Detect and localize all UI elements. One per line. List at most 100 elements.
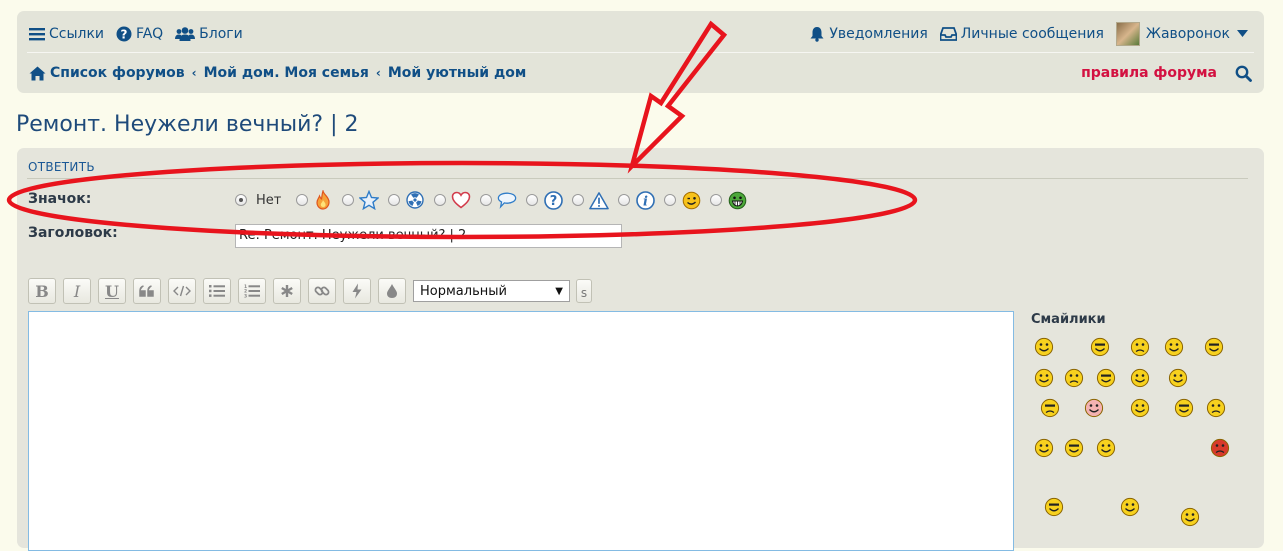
list-ul-icon xyxy=(209,285,225,297)
icon-option-warning[interactable] xyxy=(572,190,610,210)
radio-button[interactable] xyxy=(235,194,247,206)
radioactive-icon xyxy=(405,190,425,210)
smiley-icon[interactable] xyxy=(1084,398,1104,418)
blogs-link[interactable]: Блоги xyxy=(175,26,243,42)
font-size-value: Нормальный xyxy=(420,283,507,299)
numbered-list-button[interactable]: 123 xyxy=(238,278,266,304)
radio-button[interactable] xyxy=(434,194,447,206)
radio-button[interactable] xyxy=(572,194,585,206)
smiley-icon[interactable] xyxy=(1096,438,1116,458)
smiley-icon[interactable] xyxy=(1090,337,1110,357)
radio-button[interactable] xyxy=(710,194,723,206)
smilies-heading: Смайлики xyxy=(1031,312,1106,327)
smiley-icon[interactable] xyxy=(1064,438,1084,458)
chevron-left-icon: ‹ xyxy=(375,66,381,80)
radio-button[interactable] xyxy=(664,194,677,206)
quote-button[interactable] xyxy=(133,278,161,304)
editor-toolbar: B I U 123 Нормальный ▼ s xyxy=(28,278,592,304)
smiley-icon[interactable] xyxy=(1040,398,1060,418)
bullet-list-button[interactable] xyxy=(203,278,231,304)
radio-button[interactable] xyxy=(388,194,401,206)
smiley-icon[interactable] xyxy=(1130,337,1150,357)
star-icon xyxy=(359,190,380,210)
page-title[interactable]: Ремонт. Неужели вечный? | 2 xyxy=(16,112,358,137)
inbox-icon xyxy=(939,27,957,41)
subject-input[interactable]: Re: Ремонт. Неужели вечный? | 2 xyxy=(235,224,622,248)
quote-icon xyxy=(139,285,154,297)
radio-button[interactable] xyxy=(342,194,355,206)
smiley-icon[interactable] xyxy=(1206,398,1226,418)
hamburger-icon xyxy=(29,27,45,41)
smiley-icon[interactable] xyxy=(1034,368,1054,388)
asterisk-icon xyxy=(281,285,293,297)
smiley-icon[interactable] xyxy=(1130,398,1150,418)
smiley-icon[interactable] xyxy=(1164,337,1184,357)
home-icon xyxy=(29,66,46,81)
icon-option-star[interactable] xyxy=(342,190,380,210)
breadcrumb-cozy-home[interactable]: Мой уютный дом xyxy=(388,65,526,81)
smiley-icon[interactable] xyxy=(1168,368,1188,388)
links-menu[interactable]: Ссылки xyxy=(29,26,104,42)
icon-option-none[interactable]: Нет xyxy=(235,193,287,208)
smiley-icon[interactable] xyxy=(1180,507,1200,527)
radio-button[interactable] xyxy=(526,194,539,206)
list-item-button[interactable] xyxy=(273,278,301,304)
icon-option-grin-smiley[interactable] xyxy=(710,190,747,210)
icon-option-speech-bubble[interactable] xyxy=(480,190,517,210)
smiley-icon[interactable] xyxy=(1034,438,1054,458)
icon-option-question[interactable]: ? xyxy=(526,190,563,210)
icon-option-fire[interactable] xyxy=(296,190,333,210)
speech-bubble-icon xyxy=(497,190,517,210)
icon-option-radioactive[interactable] xyxy=(388,190,425,210)
search-icon[interactable] xyxy=(1235,65,1252,82)
reply-panel: ОТВЕТИТЬ Значок: Нет ? i Заголовок: Re: … xyxy=(17,148,1264,551)
faq-link[interactable]: ? FAQ xyxy=(116,26,163,42)
bold-button[interactable]: B xyxy=(28,278,56,304)
icon-option-info[interactable]: i xyxy=(618,190,655,210)
heart-icon xyxy=(451,190,471,210)
smiley-icon[interactable] xyxy=(1064,368,1084,388)
blogs-label: Блоги xyxy=(199,26,243,42)
private-messages-link[interactable]: Личные сообщения xyxy=(939,26,1104,42)
reply-heading: ОТВЕТИТЬ xyxy=(28,160,95,174)
smiley-icon[interactable] xyxy=(1210,438,1230,458)
user-menu[interactable]: Жаворонок xyxy=(1115,22,1252,46)
breadcrumb: Список форумов ‹ Мой дом. Моя семья ‹ Мо… xyxy=(29,62,1252,84)
smiley-icon[interactable] xyxy=(1044,497,1064,517)
icon-option-wink-smiley[interactable] xyxy=(664,190,701,210)
radio-button[interactable] xyxy=(296,194,309,206)
forum-rules-link[interactable]: правила форума xyxy=(1081,65,1217,81)
info-icon: i xyxy=(635,190,655,210)
bell-icon xyxy=(809,26,825,42)
underline-button[interactable]: U xyxy=(98,278,126,304)
spoiler-button[interactable]: s xyxy=(576,279,592,303)
question-icon: ? xyxy=(543,190,563,210)
icon-option-heart[interactable] xyxy=(434,190,471,210)
smiley-icon[interactable] xyxy=(1096,368,1116,388)
topic-icon-selector: Нет ? i xyxy=(235,188,756,212)
italic-button[interactable]: I xyxy=(63,278,91,304)
message-textarea[interactable] xyxy=(28,311,1014,551)
breadcrumb-home-family[interactable]: Мой дом. Моя семья xyxy=(204,65,369,81)
link-button[interactable] xyxy=(308,278,336,304)
smiley-icon[interactable] xyxy=(1120,497,1140,517)
reply-divider xyxy=(27,178,1248,179)
warning-icon xyxy=(589,190,610,210)
flash-button[interactable] xyxy=(343,278,371,304)
code-button[interactable] xyxy=(168,278,196,304)
chevron-left-icon: ‹ xyxy=(191,66,197,80)
notifications-link[interactable]: Уведомления xyxy=(809,26,928,42)
messages-label: Личные сообщения xyxy=(960,26,1104,42)
font-size-select[interactable]: Нормальный ▼ xyxy=(413,280,570,302)
radio-button[interactable] xyxy=(618,194,631,206)
question-circle-icon: ? xyxy=(116,26,132,42)
breadcrumb-forum-index[interactable]: Список форумов xyxy=(50,65,185,81)
smiley-icon[interactable] xyxy=(1130,368,1150,388)
color-button[interactable] xyxy=(378,278,406,304)
grin-smiley-icon xyxy=(727,190,747,210)
smiley-icon[interactable] xyxy=(1174,398,1194,418)
smiley-icon[interactable] xyxy=(1204,337,1224,357)
smiley-icon[interactable] xyxy=(1034,337,1054,357)
radio-button[interactable] xyxy=(480,194,493,206)
navbar-divider xyxy=(27,52,1254,53)
